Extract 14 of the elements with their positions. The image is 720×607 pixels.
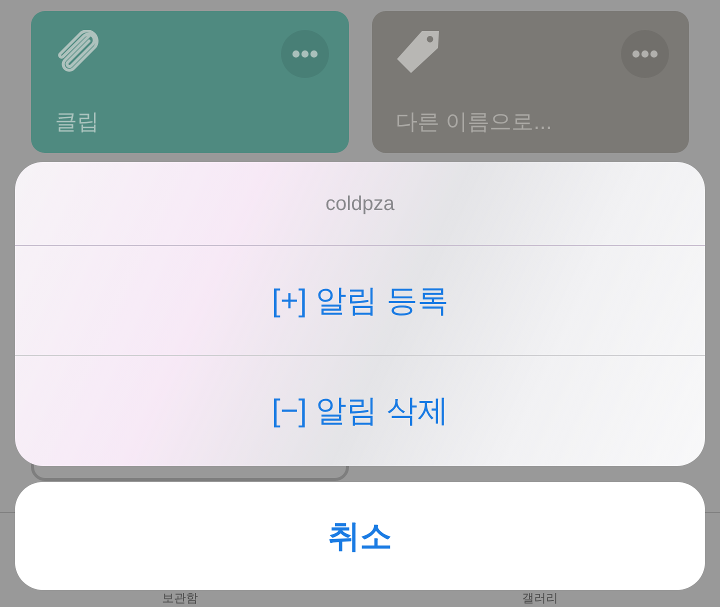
paperclip-icon [55,30,101,74]
tag-icon [396,30,440,74]
more-button[interactable] [621,30,669,78]
tab-item[interactable]: 갤러리 [522,592,558,605]
sheet-title: coldpza [326,192,394,216]
more-button[interactable] [280,30,328,78]
ellipsis-icon [632,50,658,58]
cancel-button[interactable]: 취소 [15,482,705,590]
action-button[interactable]: [+] 알림 등록 [15,246,705,356]
action-button[interactable]: [−] 알림 삭제 [15,356,705,466]
shortcut-card[interactable]: 클립 [31,11,348,153]
card-title: 클립 [55,109,99,135]
tab-item[interactable]: 보관함 [162,592,198,605]
ellipsis-icon [292,50,318,58]
